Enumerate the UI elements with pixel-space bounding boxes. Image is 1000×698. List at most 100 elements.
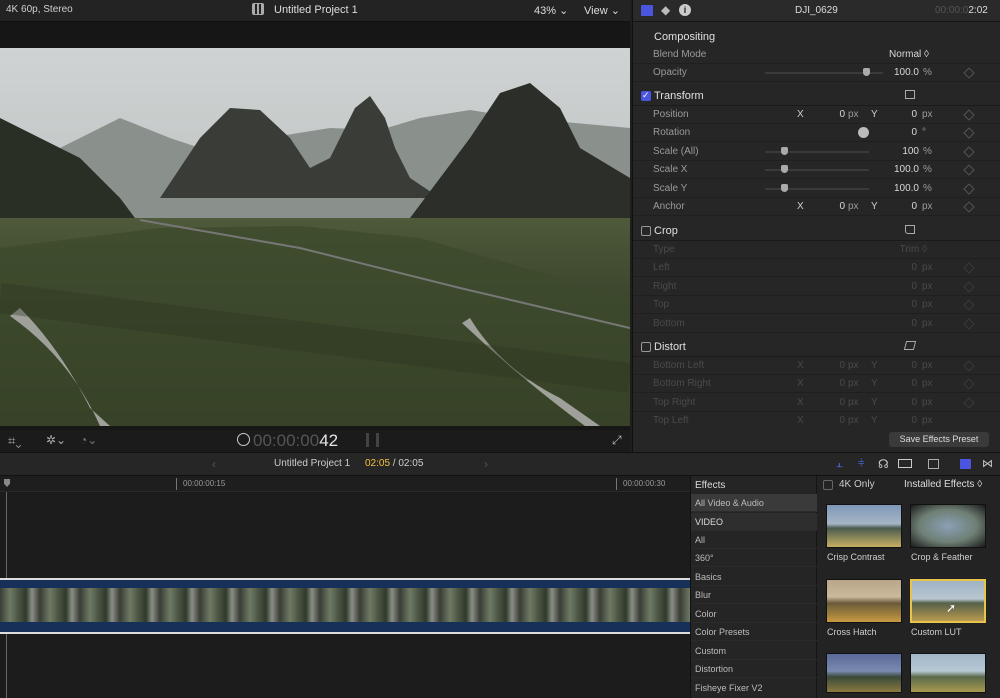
4k-only-checkbox[interactable] [823, 480, 833, 490]
play-icon[interactable] [237, 433, 250, 446]
speed-icon[interactable]: ◔⌄ [80, 433, 97, 447]
keyframe-icon[interactable] [963, 109, 975, 121]
rotation-value[interactable]: 0 [895, 127, 917, 138]
enhance-icon[interactable]: ✲⌄ [46, 433, 66, 447]
distort-section[interactable]: Distort [633, 337, 1000, 357]
transform-onscreen-icon[interactable] [905, 90, 915, 99]
timeline[interactable]: 00:00:00:15 00:00:00:30 [0, 476, 690, 698]
keyframe-icon[interactable] [963, 360, 975, 372]
save-effects-preset-button[interactable]: Save Effects Preset [889, 432, 989, 447]
category-custom[interactable]: Custom [691, 642, 817, 660]
effect-thumb-crop-feather[interactable] [910, 504, 986, 548]
back-arrow-icon[interactable]: ‹ [212, 457, 216, 471]
keyframe-icon[interactable] [963, 299, 975, 311]
distort-bottom-right-row: Bottom Right X 0 px Y 0 px [633, 375, 1000, 393]
y-label: Y [871, 397, 878, 408]
playhead-marker[interactable] [4, 479, 10, 487]
timeline-ruler[interactable]: 00:00:00:15 00:00:00:30 [0, 476, 690, 492]
category-all[interactable]: All [691, 531, 817, 549]
scale-y-value[interactable]: 100.0 [883, 183, 919, 194]
4k-only-label: 4K Only [839, 479, 875, 490]
position-x-value[interactable]: 0 [823, 109, 845, 120]
crop-top-value[interactable]: 0 [895, 299, 917, 310]
keyframe-icon[interactable] [963, 281, 975, 293]
category-blur[interactable]: Blur [691, 586, 817, 604]
transform-checkbox[interactable] [641, 90, 651, 101]
keyframe-icon[interactable] [963, 201, 975, 213]
effect-thumb[interactable] [910, 653, 986, 693]
keyframe-icon[interactable] [963, 183, 975, 195]
keyframe-icon[interactable] [963, 318, 975, 330]
category-color-presets[interactable]: Color Presets [691, 623, 817, 641]
top-left-y[interactable]: 0 [895, 415, 917, 426]
category-all-video-audio[interactable]: All Video & Audio [691, 494, 817, 512]
keyframe-icon[interactable] [963, 397, 975, 409]
scale-all-value[interactable]: 100 [883, 146, 919, 157]
bottom-right-y[interactable]: 0 [895, 378, 917, 389]
solo-headphones-icon[interactable]: ☊ [878, 457, 889, 471]
installed-effects-select[interactable]: Installed Effects ◊ [904, 479, 982, 490]
scale-x-value[interactable]: 100.0 [883, 164, 919, 175]
keyframe-icon[interactable] [963, 378, 975, 390]
top-left-x[interactable]: 0 [823, 415, 845, 426]
effect-thumb-crisp-contrast[interactable] [826, 504, 902, 548]
position-y-value[interactable]: 0 [895, 109, 917, 120]
distort-checkbox[interactable] [641, 342, 651, 352]
bottom-left-y[interactable]: 0 [895, 360, 917, 371]
video-clip[interactable] [0, 578, 690, 634]
info-icon[interactable]: i [679, 4, 691, 16]
compositing-section[interactable]: Compositing [633, 27, 1000, 47]
transitions-browser-icon[interactable]: ⋈ [982, 457, 993, 470]
opacity-value[interactable]: 100.0 [883, 67, 919, 78]
clip-appearance-icon[interactable] [928, 459, 939, 469]
keyframe-icon[interactable] [963, 164, 975, 176]
crop-left-value[interactable]: 0 [895, 262, 917, 273]
bottom-right-x[interactable]: 0 [823, 378, 845, 389]
anchor-y-value[interactable]: 0 [895, 201, 917, 212]
blend-mode-select[interactable]: Normal ◊ [865, 49, 929, 60]
crop-section[interactable]: Crop [633, 221, 1000, 241]
effect-thumb[interactable] [826, 653, 902, 693]
rotation-dial[interactable] [858, 127, 869, 138]
transform-section[interactable]: Transform [633, 86, 1000, 106]
x-label: X [797, 109, 804, 120]
opacity-slider-knob[interactable] [863, 68, 870, 76]
view-menu[interactable]: View ⌄ [584, 4, 620, 17]
top-right-y[interactable]: 0 [895, 397, 917, 408]
effect-thumb-cross-hatch[interactable] [826, 579, 902, 623]
anchor-x-value[interactable]: 0 [823, 201, 845, 212]
snapping-icon[interactable] [898, 459, 912, 468]
scale-x-slider-knob[interactable] [781, 165, 788, 173]
crop-type-select[interactable]: Trim ◊ [877, 244, 927, 255]
bottom-left-x[interactable]: 0 [823, 360, 845, 371]
audio-skimming-icon[interactable]: ⫩ [858, 458, 864, 471]
color-inspector-icon[interactable]: ◆ [661, 3, 670, 17]
crop-tool-icon[interactable]: ⌗⌄ [8, 433, 21, 449]
skimming-icon[interactable]: ⫠ [836, 458, 843, 471]
crop-bottom-value[interactable]: 0 [895, 318, 917, 329]
forward-arrow-icon[interactable]: › [484, 457, 488, 471]
top-right-x[interactable]: 0 [823, 397, 845, 408]
category-color[interactable]: Color [691, 605, 817, 623]
fullscreen-icon[interactable]: ⤢ [612, 433, 622, 448]
zoom-menu[interactable]: 43% ⌄ [534, 4, 568, 17]
scale-all-slider-knob[interactable] [781, 147, 788, 155]
video-inspector-icon[interactable] [641, 5, 653, 16]
category-basics[interactable]: Basics [691, 568, 817, 586]
keyframe-icon[interactable] [963, 146, 975, 158]
distort-onscreen-icon[interactable] [903, 341, 917, 350]
crop-onscreen-icon[interactable] [905, 225, 915, 234]
effect-thumb-custom-lut[interactable]: ➚ [910, 579, 986, 623]
category-distortion[interactable]: Distortion [691, 660, 817, 678]
effects-browser-icon[interactable] [960, 459, 971, 469]
keyframe-icon[interactable] [963, 67, 975, 79]
scale-y-slider-knob[interactable] [781, 184, 788, 192]
category-fisheye-fixer[interactable]: Fisheye Fixer V2 [691, 679, 817, 697]
keyframe-icon[interactable] [963, 127, 975, 139]
category-360[interactable]: 360° [691, 549, 817, 567]
crop-checkbox[interactable] [641, 226, 651, 236]
crop-right-value[interactable]: 0 [895, 281, 917, 292]
ruler-label: 00:00:00:30 [623, 479, 666, 488]
keyframe-icon[interactable] [963, 262, 975, 274]
section-title: Crop [654, 225, 678, 237]
